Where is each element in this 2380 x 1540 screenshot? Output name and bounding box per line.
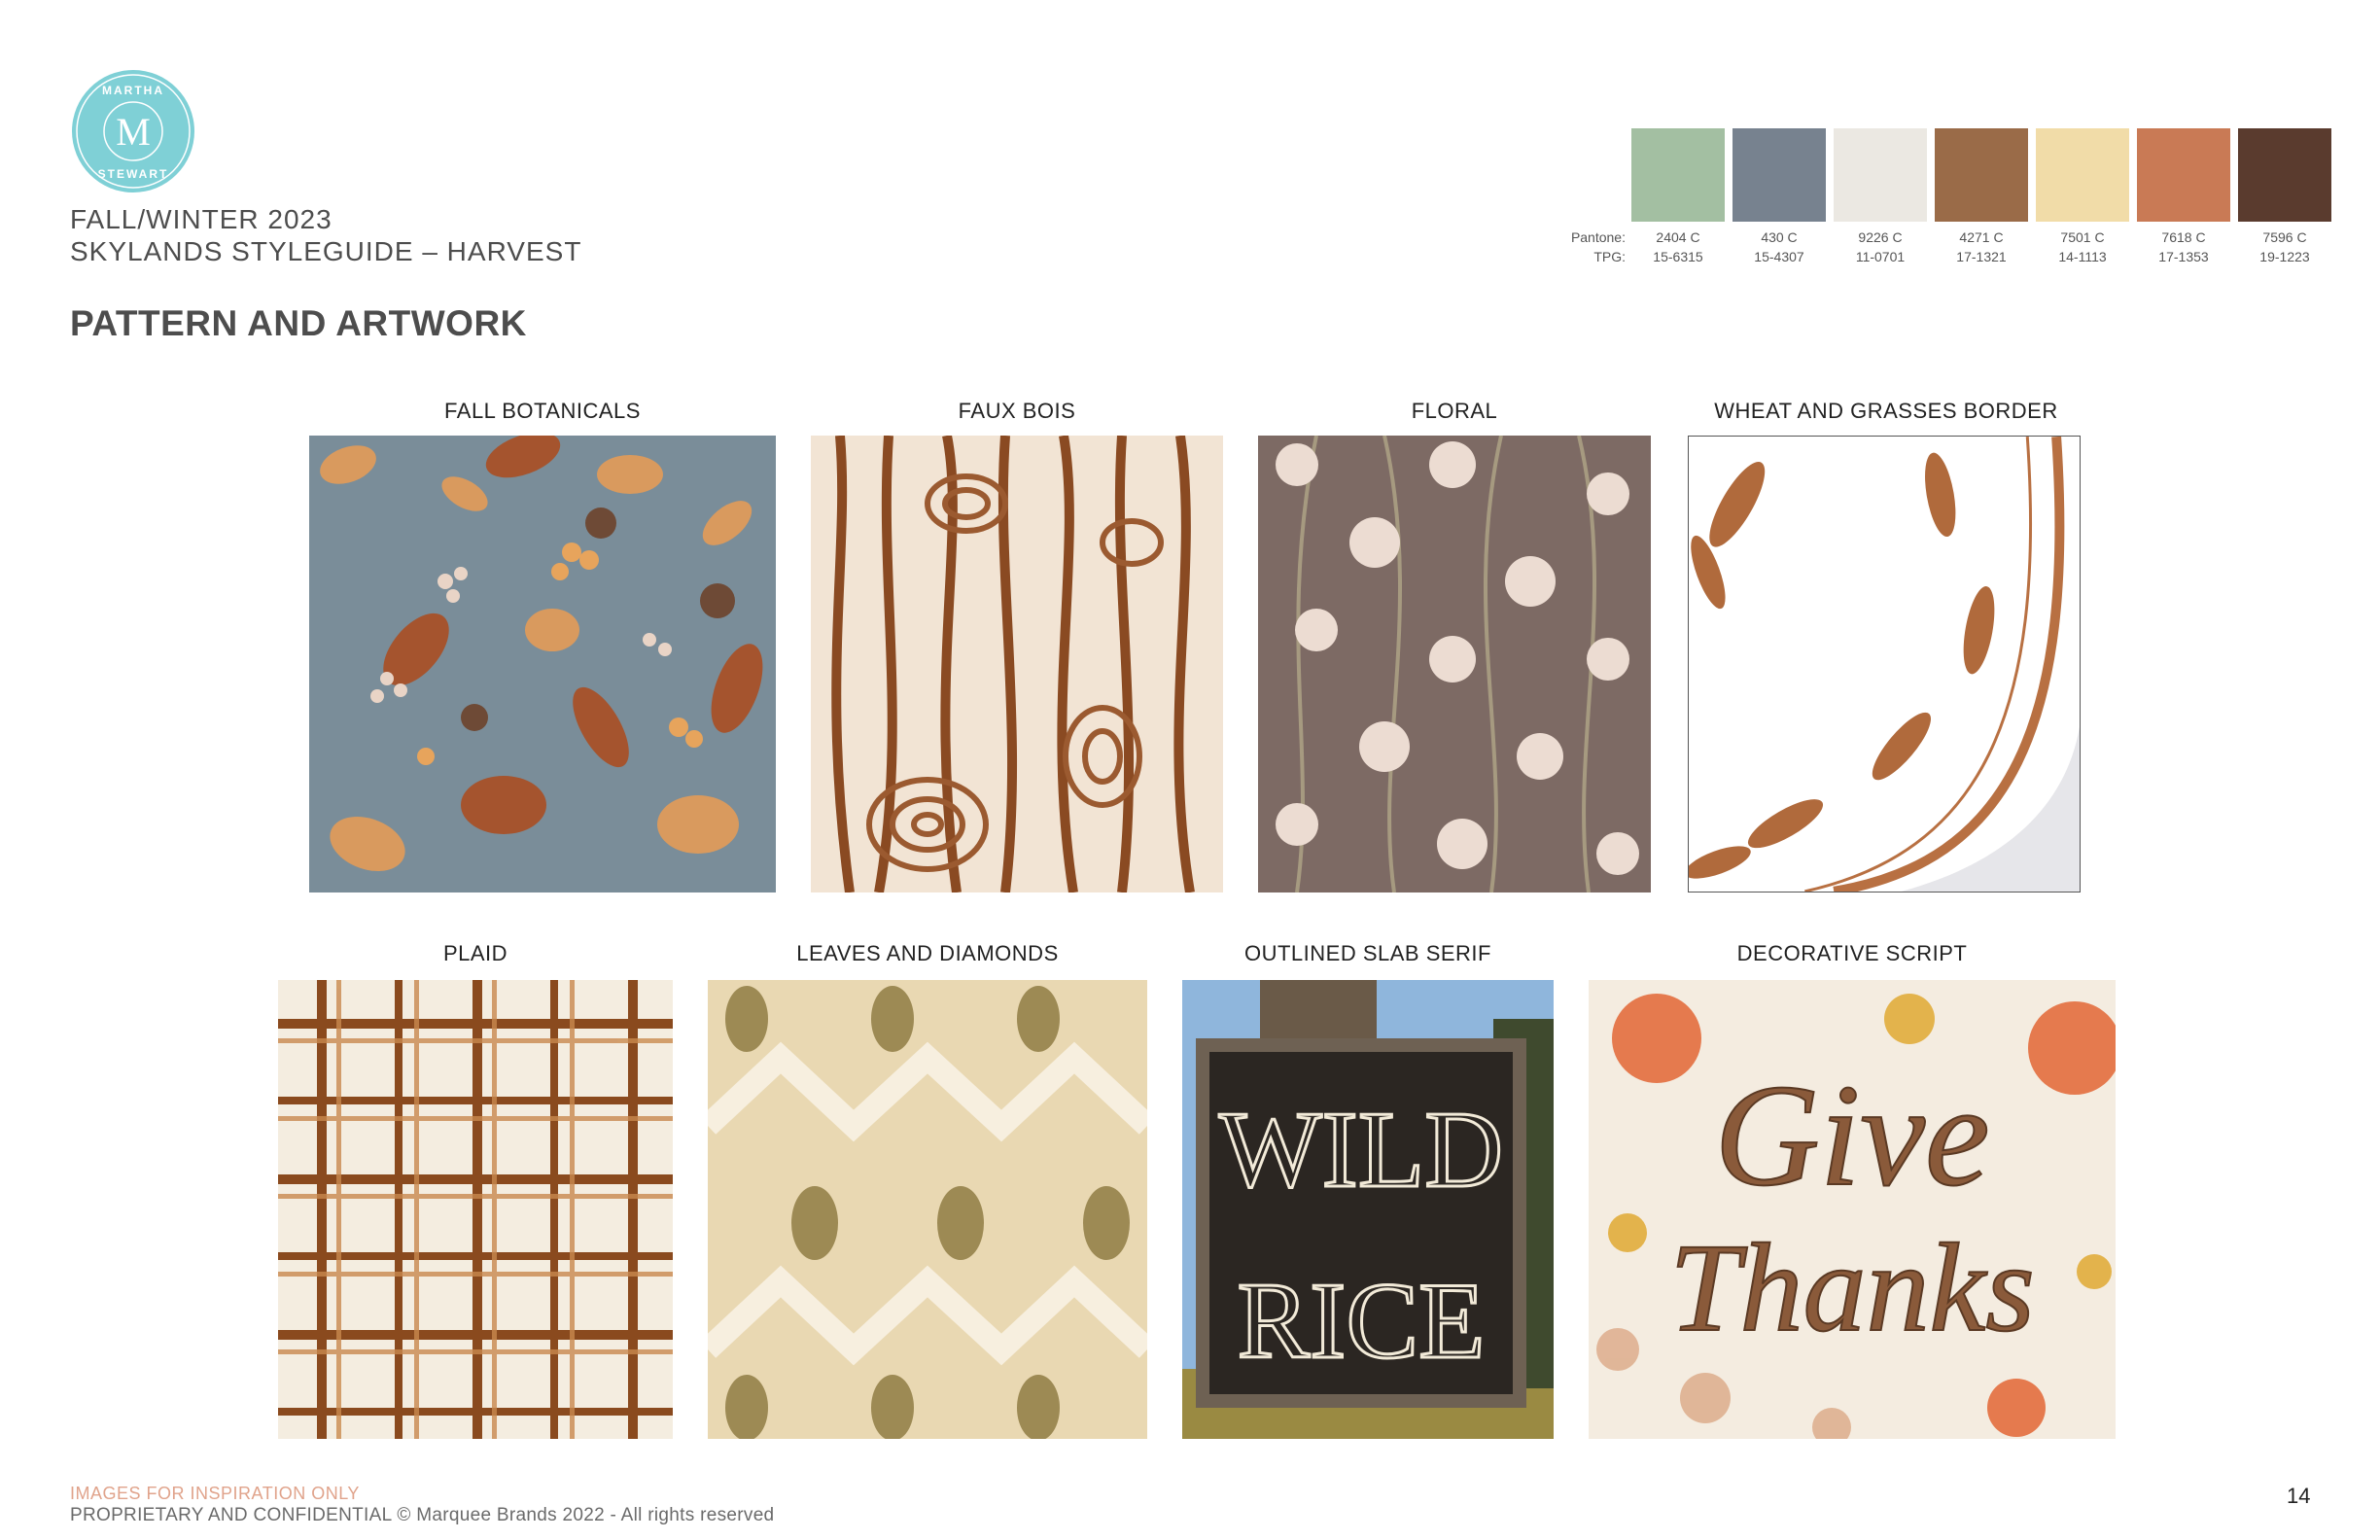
floral-image (1258, 436, 1651, 892)
tpg-code: 15-6315 (1653, 249, 1703, 264)
tpg-code: 11-0701 (1855, 249, 1906, 264)
color-swatch (2036, 128, 2129, 222)
svg-text:WILD: WILD (1219, 1090, 1503, 1210)
pantone-code: 7596 C (2262, 229, 2307, 245)
tpg-code: 17-1321 (1956, 249, 2007, 264)
tile-title-fall-botanicals: FALL BOTANICALS (444, 399, 641, 423)
color-swatch (2238, 128, 2331, 222)
pantone-code: 430 C (1761, 229, 1798, 245)
outlined-slab-serif-image: WILD RICE (1182, 980, 1554, 1439)
pantone-code: 2404 C (1656, 229, 1700, 245)
tpg-code: 17-1353 (2158, 249, 2209, 264)
tile-title-slab-serif: OUTLINED SLAB SERIF (1243, 941, 1491, 965)
section-title: PATTERN AND ARTWORK (70, 303, 527, 343)
legal-notice: PROPRIETARY AND CONFIDENTIAL © Marquee B… (70, 1505, 775, 1525)
tile-title-wheat-border: WHEAT AND GRASSES BORDER (1714, 399, 2058, 423)
color-swatch (1935, 128, 2028, 222)
wheat-grasses-border-image (1688, 436, 2081, 892)
pantone-label: Pantone: (1570, 229, 1626, 245)
color-swatch (1732, 128, 1826, 222)
tile-title-leaves-diamonds: LEAVES AND DIAMONDS (796, 941, 1059, 965)
faux-bois-image (811, 436, 1223, 892)
pantone-code: 4271 C (1959, 229, 2004, 245)
svg-text:Give: Give (1714, 1055, 1989, 1216)
svg-text:Thanks: Thanks (1669, 1218, 2035, 1358)
tpg-code: 19-1223 (2259, 249, 2310, 264)
decorative-script-image: Give Thanks (1589, 980, 2116, 1439)
tpg-label: TPG: (1593, 249, 1626, 264)
tile-title-plaid: PLAID (442, 941, 508, 965)
leaves-diamonds-image (708, 980, 1147, 1439)
page-number: 14 (2287, 1484, 2311, 1508)
pantone-code: 9226 C (1858, 229, 1903, 245)
pantone-code: 7618 C (2161, 229, 2206, 245)
color-swatch (1631, 128, 1725, 222)
pantone-code: 7501 C (2060, 229, 2105, 245)
tile-title-floral: FLORAL (1411, 399, 1498, 423)
tpg-code: 14-1113 (2058, 249, 2107, 264)
plaid-image (278, 980, 673, 1439)
fall-botanicals-image (309, 436, 776, 892)
color-swatch (2137, 128, 2230, 222)
tpg-code: 15-4307 (1754, 249, 1804, 264)
inspiration-note: IMAGES FOR INSPIRATION ONLY (70, 1484, 360, 1503)
color-palette: Pantone: TPG: 2404 C 430 C 9226 C 4271 C… (0, 0, 2380, 292)
tile-title-faux-bois: FAUX BOIS (958, 399, 1076, 423)
color-swatch (1834, 128, 1927, 222)
svg-text:RICE: RICE (1237, 1261, 1485, 1382)
tile-title-script: DECORATIVE SCRIPT (1736, 941, 1968, 965)
